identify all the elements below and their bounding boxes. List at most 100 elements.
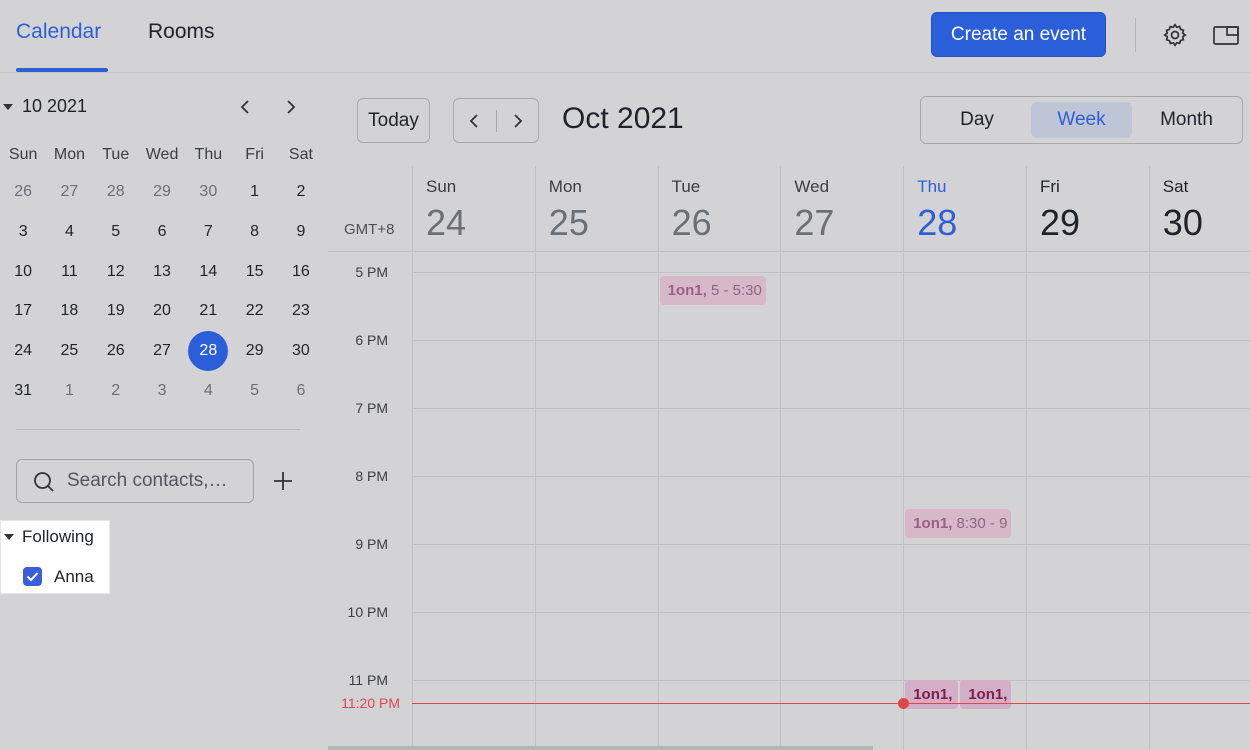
horizontal-scrollbar[interactable]	[328, 746, 873, 750]
day-header-sat[interactable]: Sat 30	[1148, 166, 1250, 252]
mini-day[interactable]: 31	[3, 371, 43, 411]
mini-day[interactable]: 28	[188, 331, 229, 372]
mini-day[interactable]: 24	[3, 331, 43, 371]
calendar-event[interactable]: 1on1,	[960, 680, 1012, 709]
tab-rooms[interactable]: Rooms	[148, 20, 215, 44]
day-header-name: Tue	[671, 177, 701, 196]
mini-day[interactable]: 27	[142, 331, 182, 371]
mini-day-other-month[interactable]: 27	[49, 172, 89, 212]
time-grid[interactable]: 5 PM 6 PM 7 PM 8 PM 9 PM 10 PM 11 PM 1on1, 5 - …	[328, 253, 1250, 750]
mini-day-other-month[interactable]: 30	[188, 172, 228, 212]
current-time-label: 11:20 PM	[341, 694, 400, 711]
mini-day[interactable]: 21	[188, 291, 228, 331]
mini-weekday-label: Sun	[8, 146, 38, 163]
day-header-mon[interactable]: Mon 25	[534, 166, 658, 252]
mini-day[interactable]: 19	[96, 291, 136, 331]
mini-day[interactable]: 12	[96, 252, 136, 292]
mini-day[interactable]: 26	[96, 331, 136, 371]
mini-day-other-month[interactable]: 3	[142, 371, 182, 411]
mini-day[interactable]: 10	[3, 252, 43, 292]
create-event-button[interactable]: Create an event	[931, 12, 1106, 57]
mini-day[interactable]: 23	[281, 291, 321, 331]
mini-day-other-month[interactable]: 29	[142, 172, 182, 212]
mini-day[interactable]: 11	[49, 252, 89, 292]
timezone-label: GMT+8	[344, 221, 395, 238]
search-icon	[34, 472, 54, 492]
day-header-number: 30	[1162, 202, 1203, 243]
calendar-event[interactable]: 1on1, 5 - 5:30	[659, 276, 766, 306]
mini-day[interactable]: 25	[49, 331, 89, 371]
mini-day-other-month[interactable]: 5	[235, 371, 275, 411]
mini-next-month-button[interactable]	[278, 94, 304, 120]
gear-icon[interactable]	[1160, 20, 1190, 50]
mini-day[interactable]: 7	[188, 212, 228, 252]
day-column-divider	[412, 253, 413, 750]
next-week-button[interactable]	[504, 107, 532, 135]
mini-day[interactable]: 1	[235, 172, 275, 212]
mini-weekday-label: Wed	[145, 146, 179, 163]
toolbar-divider	[1135, 18, 1136, 52]
search-contacts-input[interactable]	[67, 468, 247, 494]
mini-day[interactable]: 13	[142, 252, 182, 292]
mini-day[interactable]: 4	[49, 212, 89, 252]
today-button[interactable]: Today	[357, 98, 430, 143]
day-header-number: 29	[1040, 202, 1081, 243]
view-month-button[interactable]: Month	[1135, 102, 1238, 138]
view-day-button[interactable]: Day	[927, 102, 1027, 138]
mini-day-other-month[interactable]: 6	[281, 371, 321, 411]
following-collapse-caret-icon[interactable]	[4, 534, 14, 540]
mini-prev-month-button[interactable]	[232, 94, 258, 120]
mini-day[interactable]: 5	[96, 212, 136, 252]
event-title: 1on1,	[667, 282, 707, 300]
mini-day[interactable]: 16	[281, 252, 321, 292]
day-header-sun[interactable]: Sun 24	[412, 166, 535, 252]
day-column-divider	[1148, 253, 1150, 750]
mini-day-other-month[interactable]: 4	[188, 371, 228, 411]
mini-day[interactable]: 15	[235, 252, 275, 292]
mini-day-other-month[interactable]: 26	[3, 172, 43, 212]
calendar-event[interactable]: 1on1, 8:30 - 9	[905, 508, 1012, 538]
calendar-event[interactable]: 1on1,	[905, 680, 959, 709]
mini-day[interactable]: 29	[235, 331, 275, 371]
mini-day-other-month[interactable]: 28	[96, 172, 136, 212]
mini-day[interactable]: 3	[3, 212, 43, 252]
mini-day[interactable]: 9	[281, 212, 321, 252]
mini-day[interactable]: 18	[49, 291, 89, 331]
mini-day[interactable]: 8	[235, 212, 275, 252]
anna-checkbox[interactable]	[23, 567, 42, 586]
tab-calendar[interactable]: Calendar	[16, 20, 101, 44]
mini-day[interactable]: 2	[281, 172, 321, 212]
prev-week-button[interactable]	[460, 107, 488, 135]
popout-window-icon[interactable]	[1211, 20, 1241, 50]
view-week-button[interactable]: Week	[1031, 102, 1132, 138]
day-header-name: Sat	[1162, 177, 1189, 196]
chevron-right-icon	[287, 100, 296, 114]
day-header-tue[interactable]: Tue 26	[657, 166, 781, 252]
mini-day[interactable]: 14	[188, 252, 228, 292]
hour-gridline	[412, 476, 1250, 477]
mini-day[interactable]: 22	[235, 291, 275, 331]
day-header-name: Mon	[548, 177, 582, 196]
following-section: Following Anna	[0, 520, 110, 594]
mini-day[interactable]: 6	[142, 212, 182, 252]
mini-day[interactable]: 20	[142, 291, 182, 331]
day-header-fri[interactable]: Fri 29	[1026, 166, 1149, 252]
hour-label: 8 PM	[355, 468, 388, 484]
event-title: 1on1,	[913, 514, 953, 532]
mini-day[interactable]: 17	[3, 291, 43, 331]
mini-day[interactable]: 30	[281, 331, 321, 371]
nav-divider	[496, 110, 497, 132]
add-contact-button[interactable]	[270, 468, 296, 494]
day-header-wed[interactable]: Wed 27	[780, 166, 903, 252]
mini-calendar-week: 24 25 26 27 28 29 30	[0, 331, 321, 372]
day-header-thu[interactable]: Thu 28	[903, 166, 1026, 252]
event-title: 1on1,	[968, 686, 1008, 703]
day-header-name: Fri	[1040, 177, 1060, 196]
mini-day-other-month[interactable]: 1	[49, 371, 89, 411]
mini-day-other-month[interactable]: 2	[96, 371, 136, 411]
day-header-number: 26	[671, 202, 712, 243]
mini-weekday-label: Sat	[288, 146, 313, 163]
collapse-caret-icon[interactable]	[3, 104, 13, 110]
hour-gridline	[412, 272, 1250, 273]
contact-search-box[interactable]	[16, 459, 254, 503]
